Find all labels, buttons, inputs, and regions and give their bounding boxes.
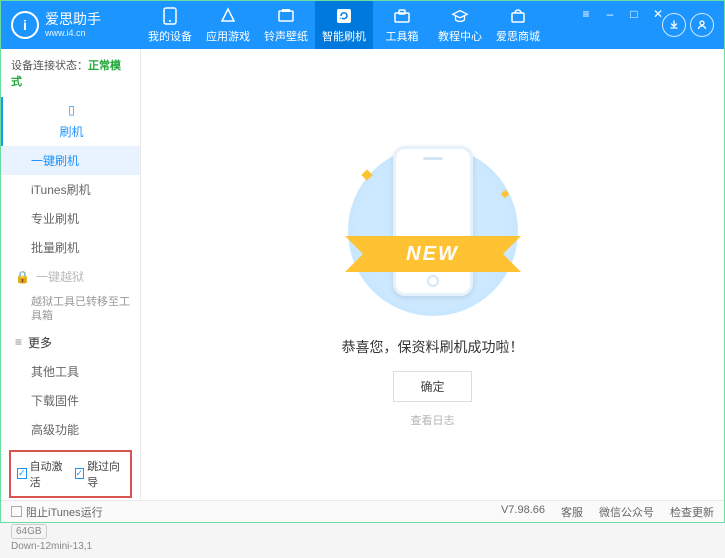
nav-label: 教程中心 xyxy=(438,28,482,44)
phone-icon xyxy=(161,7,179,25)
grad-cap-icon xyxy=(451,7,469,25)
nav-label: 我的设备 xyxy=(148,28,192,44)
view-log-link[interactable]: 查看日志 xyxy=(411,412,455,428)
app-url: www.i4.cn xyxy=(45,28,101,38)
status-prefix: 设备连接状态： xyxy=(11,60,88,72)
close-icon[interactable]: ✕ xyxy=(647,3,669,25)
device-model: Down-12mini-13,1 xyxy=(11,541,130,552)
nav-label: 应用游戏 xyxy=(206,28,250,44)
apps-icon xyxy=(219,7,237,25)
store-icon xyxy=(509,7,527,25)
app-name: 爱思助手 xyxy=(45,12,101,27)
checkbox-icon xyxy=(11,506,22,517)
sidebar-item-firmware[interactable]: 下载固件 xyxy=(1,386,140,415)
checkbox-auto-activate[interactable]: ✓ 自动激活 xyxy=(17,458,67,490)
storage-badge: 64GB xyxy=(11,524,47,539)
nav-label: 智能刷机 xyxy=(322,28,366,44)
version-label: V7.98.66 xyxy=(501,504,545,520)
sidebar-item-batch[interactable]: 批量刷机 xyxy=(1,233,140,262)
section-more[interactable]: ≡ 更多 xyxy=(1,328,140,357)
checkbox-icon: ✓ xyxy=(17,468,27,479)
minimize-icon[interactable]: – xyxy=(599,3,621,25)
checkbox-label: 自动激活 xyxy=(30,458,67,490)
sidebar-item-itunes[interactable]: iTunes刷机 xyxy=(1,175,140,204)
logo-icon: i xyxy=(11,11,39,39)
more-icon: ≡ xyxy=(15,335,22,349)
section-flash[interactable]: ▯ 刷机 xyxy=(1,97,140,146)
refresh-icon xyxy=(335,7,353,25)
check-update-link[interactable]: 检查更新 xyxy=(670,504,714,520)
success-message: 恭喜您，保资料刷机成功啦！ xyxy=(342,337,524,357)
nav-my-device[interactable]: 我的设备 xyxy=(141,1,199,49)
highlighted-options: ✓ 自动激活 ✓ 跳过向导 xyxy=(9,450,132,498)
nav-label: 铃声壁纸 xyxy=(264,28,308,44)
nav-label: 爱思商城 xyxy=(496,28,540,44)
nav-flash[interactable]: 智能刷机 xyxy=(315,1,373,49)
sidebar-item-oneclick[interactable]: 一键刷机 xyxy=(1,146,140,175)
checkbox-label: 跳过向导 xyxy=(87,458,124,490)
sidebar-item-advanced[interactable]: 高级功能 xyxy=(1,415,140,444)
customer-service-link[interactable]: 客服 xyxy=(561,504,583,520)
section-label: 更多 xyxy=(28,334,52,351)
toolbox-icon xyxy=(393,7,411,25)
checkbox-label: 阻止iTunes运行 xyxy=(26,504,103,520)
menu-icon[interactable]: ≡ xyxy=(575,3,597,25)
connection-status: 设备连接状态：正常模式 xyxy=(1,49,140,97)
logo: i 爱思助手 www.i4.cn xyxy=(11,11,141,39)
success-illustration: NEW xyxy=(343,141,523,321)
nav-store[interactable]: 爱思商城 xyxy=(489,1,547,49)
sidebar-item-other[interactable]: 其他工具 xyxy=(1,357,140,386)
checkbox-skip-guide[interactable]: ✓ 跳过向导 xyxy=(75,458,125,490)
phone-graphic xyxy=(393,146,473,296)
media-icon xyxy=(277,7,295,25)
maximize-icon[interactable]: □ xyxy=(623,3,645,25)
footer: 阻止iTunes运行 V7.98.66 客服 微信公众号 检查更新 xyxy=(1,500,724,522)
wechat-link[interactable]: 微信公众号 xyxy=(599,504,654,520)
lock-icon: 🔒 xyxy=(15,270,30,284)
new-ribbon: NEW xyxy=(363,236,503,272)
nav-tutorials[interactable]: 教程中心 xyxy=(431,1,489,49)
section-label: 刷机 xyxy=(59,123,83,140)
nav-apps[interactable]: 应用游戏 xyxy=(199,1,257,49)
nav-label: 工具箱 xyxy=(386,28,419,44)
section-jailbreak: 🔒 一键越狱 xyxy=(1,262,140,291)
section-label: 一键越狱 xyxy=(36,268,84,285)
phone-small-icon: ▯ xyxy=(68,103,75,117)
main-content: NEW 恭喜您，保资料刷机成功啦！ 确定 查看日志 xyxy=(141,49,724,500)
app-header: ≡ – □ ✕ i 爱思助手 www.i4.cn 我的设备 应用游戏 铃声壁纸 xyxy=(1,1,724,49)
ok-button[interactable]: 确定 xyxy=(393,371,471,402)
jailbreak-note: 越狱工具已转移至工具箱 xyxy=(1,291,140,328)
sidebar-item-pro[interactable]: 专业刷机 xyxy=(1,204,140,233)
checkbox-icon: ✓ xyxy=(75,468,85,479)
nav-toolbox[interactable]: 工具箱 xyxy=(373,1,431,49)
sidebar: 设备连接状态：正常模式 ▯ 刷机 一键刷机 iTunes刷机 专业刷机 批量刷机… xyxy=(1,49,141,500)
nav-ringtones[interactable]: 铃声壁纸 xyxy=(257,1,315,49)
checkbox-block-itunes[interactable]: 阻止iTunes运行 xyxy=(11,504,103,520)
user-icon[interactable] xyxy=(690,13,714,37)
